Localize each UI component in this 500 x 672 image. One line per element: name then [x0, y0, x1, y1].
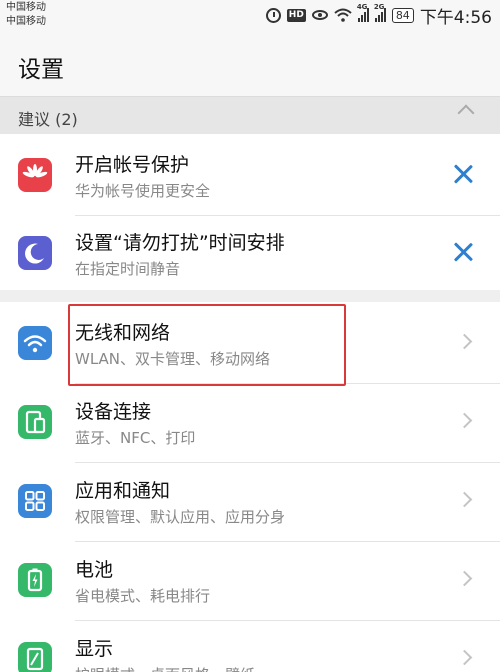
chevron-right-icon [456, 570, 473, 587]
suggestion-title: 设置“请勿打扰”时间安排 [75, 232, 285, 254]
settings-item-apps-notifications[interactable]: 应用和通知 权限管理、默认应用、应用分身 [0, 460, 500, 542]
wifi-status-icon [334, 8, 352, 22]
suggestion-item-do-not-disturb[interactable]: 设置“请勿打扰”时间安排 在指定时间静音 [0, 212, 500, 294]
wifi-icon [18, 326, 52, 360]
huawei-logo-icon [18, 158, 52, 192]
hd-icon: HD [286, 8, 306, 22]
close-icon[interactable] [450, 239, 476, 265]
chevron-up-icon[interactable] [457, 104, 475, 122]
chevron-right-icon [456, 491, 473, 508]
suggestion-subtitle: 华为帐号使用更安全 [75, 182, 211, 200]
display-icon [18, 642, 52, 672]
network-type-2: 2G [373, 3, 385, 11]
network-type-1: 4G [356, 3, 368, 11]
settings-item-battery[interactable]: 电池 省电模式、耗电排行 [0, 539, 500, 621]
status-icons: HD 4G 2G 84 下午4:56 [265, 3, 492, 28]
settings-item-subtitle: 蓝牙、NFC、打印 [75, 429, 196, 447]
suggestion-item-account-protection[interactable]: 开启帐号保护 华为帐号使用更安全 [0, 134, 500, 216]
suggestions-header[interactable]: 建议 (2) [0, 96, 500, 134]
suggestions-list: 开启帐号保护 华为帐号使用更安全 设置“请勿打扰”时间安排 在指定时间静音 [0, 134, 500, 290]
battery-icon: 84 [391, 7, 414, 23]
eye-comfort-icon [311, 10, 328, 20]
suggestion-subtitle: 在指定时间静音 [75, 260, 181, 278]
signal-2-icon: 2G [374, 3, 386, 22]
suggestion-title: 开启帐号保护 [75, 154, 190, 176]
signal-1-icon: 4G [357, 3, 369, 22]
moon-icon [18, 236, 52, 270]
carrier-labels: 中国移动 中国移动 [6, 1, 46, 29]
status-bar: 中国移动 中国移动 HD 4G 2G 84 下午4:56 [0, 0, 500, 34]
page-title: 设置 [18, 57, 64, 83]
settings-item-device-connection[interactable]: 设备连接 蓝牙、NFC、打印 [0, 381, 500, 463]
chevron-right-icon [456, 333, 473, 350]
settings-item-title: 应用和通知 [75, 480, 171, 502]
settings-item-title: 设备连接 [75, 401, 152, 423]
carrier-2: 中国移动 [6, 16, 46, 27]
highlight-annotation [68, 304, 346, 386]
settings-item-subtitle: 省电模式、耗电排行 [75, 587, 211, 605]
status-time: 下午4:56 [419, 7, 492, 28]
chevron-right-icon [456, 412, 473, 429]
chevron-right-icon [456, 649, 473, 666]
suggestions-title: 建议 (2) [18, 110, 78, 129]
carrier-1: 中国移动 [6, 2, 46, 13]
battery-icon [18, 563, 52, 597]
close-icon[interactable] [450, 161, 476, 187]
settings-item-title: 显示 [75, 638, 114, 660]
settings-item-title: 电池 [75, 559, 114, 581]
settings-item-subtitle: 护眼模式、桌面风格、壁纸 [75, 664, 255, 672]
settings-item-subtitle: 权限管理、默认应用、应用分身 [75, 508, 286, 526]
device-connection-icon [18, 405, 52, 439]
alarm-icon [265, 7, 281, 23]
settings-item-display[interactable]: 显示 护眼模式、桌面风格、壁纸 [0, 618, 500, 672]
app-header: 设置 [0, 34, 500, 96]
apps-grid-icon [18, 484, 52, 518]
